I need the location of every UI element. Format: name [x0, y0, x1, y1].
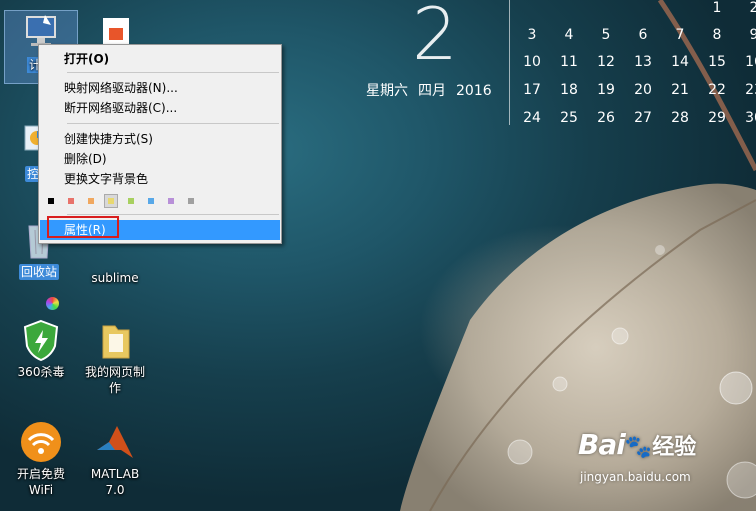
- menu-item-label: 打开(O): [64, 52, 110, 66]
- menu-separator: [67, 214, 279, 215]
- context-menu: 打开(O) 映射网络驱动器(N)... 断开网络驱动器(C)... 创建快捷方式…: [38, 44, 282, 310]
- menu-item-label: 更换文字背景色: [64, 172, 149, 186]
- desktop-icon-label: sublime: [91, 271, 139, 285]
- clock-day-number: 2: [412, 0, 458, 76]
- menu-separator: [67, 72, 279, 73]
- menu-item-create-shortcut[interactable]: 创建快捷方式(S): [40, 129, 280, 149]
- desktop-icon-label: 回收站: [18, 264, 59, 280]
- calendar-day[interactable]: 21: [665, 82, 695, 98]
- calendar-day[interactable]: 14: [665, 54, 695, 70]
- desktop-icon-label-line2: 作: [108, 381, 121, 395]
- calendar-day[interactable]: 28: [665, 110, 695, 126]
- calendar-day[interactable]: 29: [702, 110, 732, 126]
- calendar-day[interactable]: 4: [554, 27, 584, 43]
- watermark-brand-2: 经验: [652, 435, 697, 460]
- desktop-icon-matlab[interactable]: MATLAB 7.0: [80, 420, 150, 498]
- calendar-day[interactable]: 12: [591, 54, 621, 70]
- calendar-day[interactable]: 26: [591, 110, 621, 126]
- menu-item-label: 删除(D): [64, 152, 107, 166]
- menu-separator: [67, 123, 279, 124]
- calendar-day[interactable]: 6: [628, 27, 658, 43]
- highlight-annotation-box: [47, 216, 119, 238]
- calendar-day[interactable]: 2: [739, 0, 756, 16]
- shield-icon: [19, 318, 63, 362]
- color-swatch[interactable]: [85, 195, 97, 207]
- calendar-day[interactable]: 24: [517, 110, 547, 126]
- menu-item-label: 映射网络驱动器(N)...: [64, 81, 178, 95]
- watermark-url: jingyan.baidu.com: [580, 470, 691, 484]
- calendar-day[interactable]: 10: [517, 54, 547, 70]
- desktop-icon-360-antivirus[interactable]: 360杀毒: [6, 318, 76, 380]
- color-swatch[interactable]: [65, 195, 77, 207]
- menu-item-map-drive[interactable]: 映射网络驱动器(N)...: [40, 78, 280, 98]
- wifi-icon: [19, 420, 63, 464]
- calendar-day[interactable]: 22: [702, 82, 732, 98]
- menu-item-change-text-bg[interactable]: 更换文字背景色: [40, 169, 280, 310]
- calendar-day[interactable]: 13: [628, 54, 658, 70]
- calendar-day[interactable]: 25: [554, 110, 584, 126]
- baidu-watermark: Bai🐾经验 jingyan.baidu.com: [578, 428, 697, 484]
- matlab-icon: [93, 420, 137, 464]
- color-swatch[interactable]: [104, 194, 118, 208]
- paw-icon: 🐾: [624, 435, 653, 460]
- desktop-icon-label-line1: 开启免费: [16, 467, 65, 481]
- calendar-day[interactable]: 11: [554, 54, 584, 70]
- color-swatch[interactable]: [185, 195, 197, 207]
- calendar-day[interactable]: 20: [628, 82, 658, 98]
- calendar-day[interactable]: 8: [702, 27, 732, 43]
- desktop-icon-label-line1: 我的网页制: [84, 365, 145, 379]
- color-swatch[interactable]: [145, 195, 157, 207]
- calendar-day[interactable]: 3: [517, 27, 547, 43]
- calendar-day[interactable]: 7: [665, 27, 695, 43]
- calendar-day[interactable]: 16: [739, 54, 756, 70]
- menu-item-disconnect-drive[interactable]: 断开网络驱动器(C)...: [40, 98, 280, 118]
- calendar-day[interactable]: 9: [739, 27, 756, 43]
- calendar-day[interactable]: 1: [702, 0, 732, 16]
- desktop-icon-label: 360杀毒: [17, 365, 65, 379]
- menu-item-delete[interactable]: 删除(D): [40, 149, 280, 169]
- calendar-day[interactable]: 27: [628, 110, 658, 126]
- calendar-divider: [509, 0, 510, 125]
- desktop-background: 2 星期六四月2016 1234567891011121314151617181…: [0, 0, 756, 511]
- menu-item-open[interactable]: 打开(O): [40, 49, 280, 69]
- desktop-icon-free-wifi[interactable]: 开启免费 WiFi: [6, 420, 76, 498]
- desktop-icon-my-web-folder[interactable]: 我的网页制 作: [80, 318, 150, 396]
- calendar-day[interactable]: 30: [739, 110, 756, 126]
- watermark-brand: Bai: [578, 428, 626, 461]
- calendar-day[interactable]: 17: [517, 82, 547, 98]
- color-swatch[interactable]: [45, 195, 57, 207]
- desktop-icon-label-line2: 7.0: [105, 483, 125, 497]
- calendar-day[interactable]: 15: [702, 54, 732, 70]
- color-swatch[interactable]: [165, 195, 177, 207]
- calendar-day[interactable]: 5: [591, 27, 621, 43]
- desktop-icon-label-line2: WiFi: [28, 483, 54, 497]
- clock-year: 2016: [456, 83, 492, 99]
- menu-item-label: 断开网络驱动器(C)...: [64, 101, 178, 115]
- calendar-day[interactable]: 18: [554, 82, 584, 98]
- clock-weekday: 星期六: [366, 83, 408, 99]
- color-swatch[interactable]: [125, 195, 137, 207]
- clock-month: 四月: [418, 83, 446, 99]
- palette-icon: [46, 297, 59, 310]
- desktop-icon-label-line1: MATLAB: [90, 467, 140, 481]
- calendar-day[interactable]: 23: [739, 82, 756, 98]
- folder-icon: [93, 318, 137, 362]
- clock-date-line: 星期六 四月 2016: [366, 80, 502, 100]
- menu-item-label: 创建快捷方式(S): [64, 132, 153, 146]
- calendar-day[interactable]: 19: [591, 82, 621, 98]
